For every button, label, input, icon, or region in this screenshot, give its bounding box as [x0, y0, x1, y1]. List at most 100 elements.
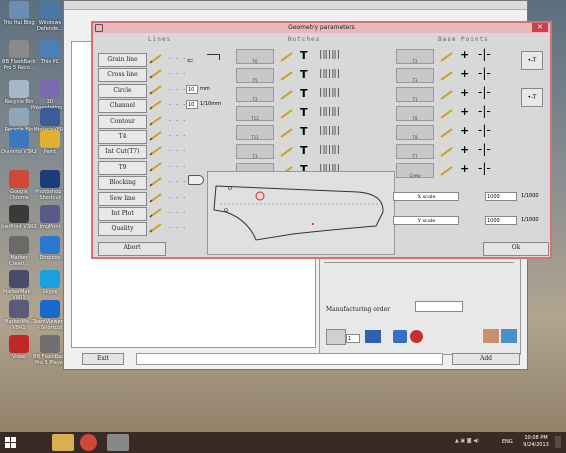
line-style-indicator[interactable]: - - -: [168, 178, 186, 185]
line-style-indicator[interactable]: - - -: [168, 224, 186, 231]
base-point-tile[interactable]: T8: [396, 106, 434, 121]
pencil-icon[interactable]: [148, 176, 164, 188]
line-button[interactable]: Blocking: [98, 176, 147, 191]
circle-size-input[interactable]: 10: [186, 85, 198, 94]
pencil-icon[interactable]: [279, 108, 295, 120]
close-icon[interactable]: ✕: [532, 23, 548, 32]
language-indicator[interactable]: ENG: [502, 439, 513, 445]
pencil-icon[interactable]: [439, 51, 455, 63]
pencil-icon[interactable]: [279, 127, 295, 139]
hand-icon[interactable]: [483, 329, 499, 343]
cross-icon[interactable]: -|-: [478, 47, 491, 61]
refresh-icon[interactable]: [393, 330, 407, 343]
line-style-indicator[interactable]: - - -: [168, 163, 186, 170]
plus-icon[interactable]: +: [460, 124, 469, 137]
base-point-tile[interactable]: T3: [396, 68, 434, 83]
pencil-icon[interactable]: [439, 70, 455, 82]
counter-field[interactable]: 1: [346, 334, 360, 343]
exit-button[interactable]: Exit: [82, 353, 124, 365]
notch-type-tile[interactable]: T11: [236, 125, 274, 140]
x-scale-input[interactable]: 1000: [485, 192, 517, 201]
clock[interactable]: 10:08 PM 9/24/2013: [520, 435, 552, 449]
base-point-t-button-2[interactable]: •-T: [521, 88, 543, 107]
cross-icon[interactable]: -|-: [478, 85, 491, 99]
pencil-icon[interactable]: [148, 53, 164, 65]
line-style-indicator[interactable]: - - -: [168, 209, 186, 216]
pencil-icon[interactable]: [148, 222, 164, 234]
line-style-indicator[interactable]: - - -: [168, 132, 186, 139]
notch-type-tile[interactable]: T3: [236, 144, 274, 159]
line-button[interactable]: Sew line: [98, 191, 147, 206]
notch-type-tile[interactable]: T5: [236, 68, 274, 83]
plus-icon[interactable]: +: [460, 48, 469, 61]
add-button[interactable]: Add: [452, 353, 520, 365]
pencil-icon[interactable]: [279, 51, 295, 63]
file-explorer-icon[interactable]: [52, 434, 74, 451]
pencil-icon[interactable]: [148, 192, 164, 204]
abort-button[interactable]: Abort: [98, 242, 166, 256]
base-point-t-button-1[interactable]: •-T: [521, 51, 543, 70]
plus-icon[interactable]: +: [460, 105, 469, 118]
pencil-icon[interactable]: [279, 70, 295, 82]
pencil-icon[interactable]: [148, 161, 164, 173]
pencil-icon[interactable]: [148, 145, 164, 157]
chrome-icon[interactable]: [80, 434, 97, 451]
notch-t-icon[interactable]: T: [300, 87, 308, 100]
line-button[interactable]: Channel: [98, 99, 147, 114]
line-button[interactable]: Quality: [98, 222, 147, 237]
notch-bars-icon[interactable]: |‖|‖|: [318, 69, 341, 79]
pencil-icon[interactable]: [148, 115, 164, 127]
notch-bars-icon[interactable]: |‖|‖|: [318, 145, 341, 155]
move-arrows-icon[interactable]: [365, 330, 381, 343]
pencil-icon[interactable]: [439, 146, 455, 158]
notch-t-icon[interactable]: T: [300, 125, 308, 138]
pencil-icon[interactable]: [148, 207, 164, 219]
cross-icon[interactable]: -|-: [478, 66, 491, 80]
pencil-icon[interactable]: [279, 89, 295, 101]
cross-icon[interactable]: -|-: [478, 142, 491, 156]
line-button[interactable]: Cross line: [98, 68, 147, 83]
pencil-icon[interactable]: [148, 84, 164, 96]
notch-type-tile[interactable]: T12: [236, 106, 274, 121]
cross-icon[interactable]: -|-: [478, 104, 491, 118]
base-point-tile[interactable]: T1: [396, 87, 434, 102]
pencil-icon[interactable]: [439, 108, 455, 120]
printer-icon[interactable]: [501, 329, 517, 343]
channel-size-input[interactable]: 10: [186, 100, 198, 109]
notch-bars-icon[interactable]: |‖|‖|: [318, 50, 341, 60]
notch-bars-icon[interactable]: |‖|‖|: [318, 88, 341, 98]
notch-t-icon[interactable]: T: [300, 49, 308, 62]
y-scale-input[interactable]: 1000: [485, 216, 517, 225]
pencil-icon[interactable]: [279, 146, 295, 158]
base-point-tile[interactable]: T2: [396, 49, 434, 64]
notch-type-tile[interactable]: T6: [236, 49, 274, 64]
cross-icon[interactable]: -|-: [478, 161, 491, 175]
stop-icon[interactable]: [410, 330, 423, 343]
pencil-icon[interactable]: [148, 99, 164, 111]
plus-icon[interactable]: +: [460, 67, 469, 80]
pencil-icon[interactable]: [439, 165, 455, 177]
ok-button[interactable]: Ok: [483, 242, 549, 256]
scissors-icon[interactable]: [326, 329, 346, 345]
pencil-icon[interactable]: [148, 68, 164, 80]
line-style-indicator[interactable]: - - -: [168, 70, 186, 77]
cross-icon[interactable]: -|-: [478, 123, 491, 137]
line-button[interactable]: Grain line: [98, 53, 147, 67]
plus-icon[interactable]: +: [460, 86, 469, 99]
line-style-indicator[interactable]: - - -: [168, 117, 186, 124]
pencil-icon[interactable]: [439, 127, 455, 139]
line-style-indicator[interactable]: - - -: [168, 194, 186, 201]
windows-start-icon[interactable]: [4, 434, 18, 451]
line-button[interactable]: Circle: [98, 83, 147, 98]
plus-icon[interactable]: +: [460, 143, 469, 156]
tray-icons[interactable]: ▲ ▣ ◙ ◀): [455, 438, 495, 446]
add-input[interactable]: [136, 353, 443, 365]
base-point-tile[interactable]: T7: [396, 144, 434, 159]
show-desktop-button[interactable]: [555, 436, 561, 448]
line-button[interactable]: T9: [98, 160, 147, 175]
notch-t-icon[interactable]: T: [300, 68, 308, 81]
notch-t-icon[interactable]: T: [300, 106, 308, 119]
pencil-icon[interactable]: [148, 130, 164, 142]
base-point-tile[interactable]: T8: [396, 125, 434, 140]
base-point-tile[interactable]: Cnew: [396, 163, 434, 178]
